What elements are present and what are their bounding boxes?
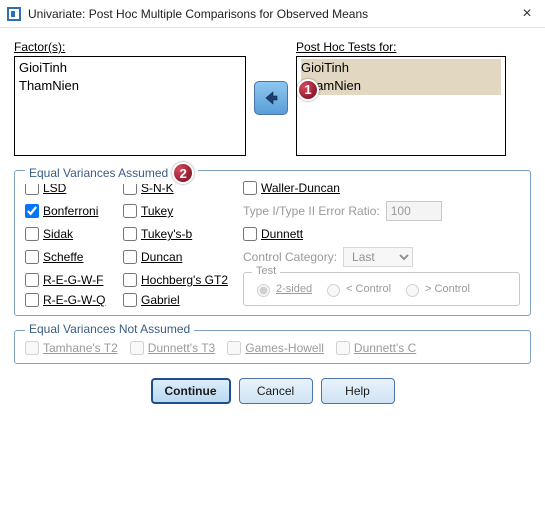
- factors-listbox[interactable]: GioiTinh ThamNien: [14, 56, 246, 156]
- close-icon[interactable]: ×: [515, 5, 539, 23]
- control-category-select: Last: [343, 247, 413, 267]
- dunnett-t3-checkbox: Dunnett's T3: [130, 341, 215, 355]
- test-legend: Test: [252, 265, 280, 277]
- window-title: Univariate: Post Hoc Multiple Comparison…: [28, 7, 515, 21]
- dunnett-c-checkbox: Dunnett's C: [336, 341, 416, 355]
- equal-variances-not-assumed-group: Equal Variances Not Assumed Tamhane's T2…: [14, 330, 531, 364]
- lt-control-radio: < Control: [322, 281, 391, 297]
- error-ratio-row: Type I/Type II Error Ratio:: [243, 201, 520, 221]
- not-assumed-legend: Equal Variances Not Assumed: [25, 322, 194, 336]
- test-group: Test 2-sided < Control > Control: [243, 272, 520, 306]
- dialog-content: Factor(s): GioiTinh ThamNien Post Hoc Te…: [0, 28, 545, 412]
- regwq-checkbox[interactable]: R-E-G-W-Q: [25, 293, 123, 307]
- dunnett-checkbox[interactable]: Dunnett: [243, 227, 520, 241]
- control-category-row: Control Category: Last: [243, 247, 520, 267]
- posthoc-for-label: Post Hoc Tests for:: [296, 40, 506, 54]
- cancel-button[interactable]: Cancel: [239, 378, 313, 404]
- list-item[interactable]: GioiTinh: [301, 59, 501, 77]
- hochberg-checkbox[interactable]: Hochberg's GT2: [123, 273, 243, 287]
- list-item[interactable]: ThamNien: [301, 77, 501, 95]
- error-ratio-input: [386, 201, 442, 221]
- tukeys-b-checkbox[interactable]: Tukey's-b: [123, 227, 243, 241]
- annotation-badge-2: 2: [172, 162, 194, 184]
- app-icon: [6, 6, 22, 22]
- scheffe-checkbox[interactable]: Scheffe: [25, 250, 123, 264]
- gabriel-checkbox[interactable]: Gabriel: [123, 293, 243, 307]
- two-sided-radio: 2-sided: [252, 281, 312, 297]
- tamhane-checkbox: Tamhane's T2: [25, 341, 118, 355]
- sidak-checkbox[interactable]: Sidak: [25, 227, 123, 241]
- equal-assumed-legend: Equal Variances Assumed 2: [25, 162, 198, 184]
- arrow-left-icon: [262, 89, 280, 107]
- help-button[interactable]: Help: [321, 378, 395, 404]
- gt-control-radio: > Control: [401, 281, 470, 297]
- tukey-checkbox[interactable]: Tukey: [123, 204, 243, 218]
- list-item[interactable]: ThamNien: [19, 77, 241, 95]
- factors-label: Factor(s):: [14, 40, 246, 54]
- duncan-checkbox[interactable]: Duncan: [123, 250, 243, 264]
- games-howell-checkbox: Games-Howell: [227, 341, 324, 355]
- continue-button[interactable]: Continue: [151, 378, 231, 404]
- move-left-button[interactable]: [254, 81, 288, 115]
- regwf-checkbox[interactable]: R-E-G-W-F: [25, 273, 123, 287]
- posthoc-listbox[interactable]: GioiTinh ThamNien 1: [296, 56, 506, 156]
- list-item[interactable]: GioiTinh: [19, 59, 241, 77]
- bonferroni-checkbox[interactable]: Bonferroni: [25, 204, 123, 218]
- titlebar: Univariate: Post Hoc Multiple Comparison…: [0, 0, 545, 28]
- waller-duncan-checkbox[interactable]: Waller-Duncan: [243, 181, 520, 195]
- equal-variances-assumed-group: Equal Variances Assumed 2 LSD S-N-K Wall…: [14, 170, 531, 316]
- button-row: Continue Cancel Help: [14, 378, 531, 404]
- annotation-badge-1: 1: [297, 79, 319, 101]
